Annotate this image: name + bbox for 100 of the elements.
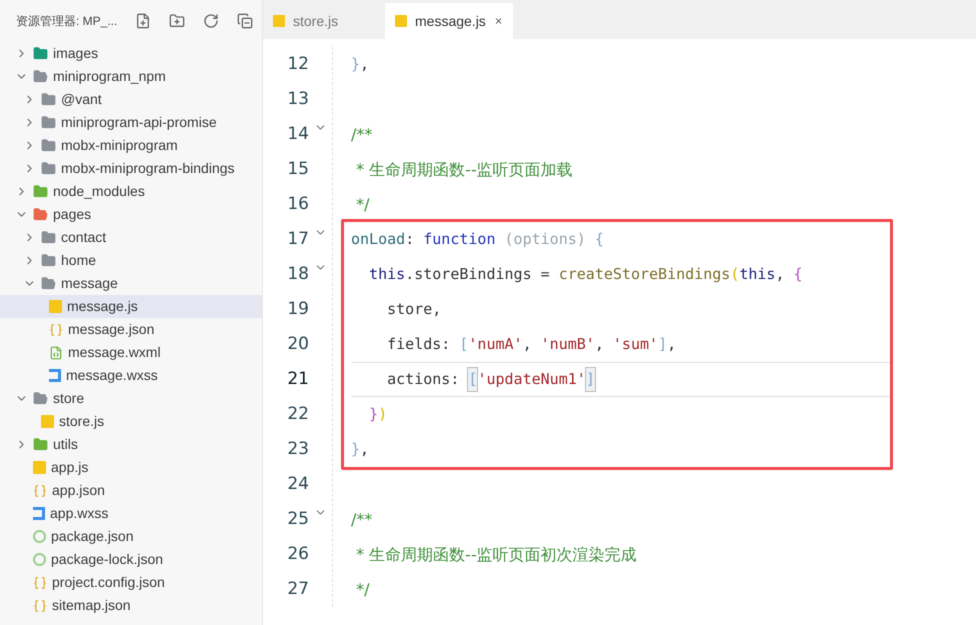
js-file-icon xyxy=(395,15,407,27)
line-number: 27 xyxy=(286,578,309,601)
line-number: 17 xyxy=(286,228,309,251)
tree-item[interactable]: project.config.json xyxy=(0,571,262,594)
line-number: 19 xyxy=(286,298,309,321)
item-label: app.wxss xyxy=(50,504,108,523)
item-label: package-lock.json xyxy=(51,550,164,569)
tree-item[interactable]: node_modules xyxy=(0,180,262,203)
item-label: images xyxy=(53,44,98,63)
item-label: utils xyxy=(53,435,78,454)
item-label: message xyxy=(61,274,118,293)
item-label: @vant xyxy=(61,90,102,109)
code-line: * 生命周期函数--监听页面初次渲染完成 xyxy=(355,544,638,566)
line-number: 22 xyxy=(286,402,309,426)
tree-item[interactable]: app.js xyxy=(0,456,262,479)
explorer-title: 资源管理器: MP_... xyxy=(16,13,118,30)
item-label: message.wxml xyxy=(68,343,161,362)
tree-item[interactable]: store xyxy=(0,387,262,410)
item-label: message.wxss xyxy=(66,366,158,385)
line-number: 26 xyxy=(286,542,309,566)
editor-tab[interactable]: message.js xyxy=(385,3,513,39)
line-number: 25 xyxy=(286,508,309,531)
new-folder-icon[interactable] xyxy=(169,13,186,29)
tree-item[interactable]: app.json xyxy=(0,479,262,502)
tab-label: store.js xyxy=(293,12,338,31)
code-line: */ xyxy=(355,194,370,216)
line-number: 15 xyxy=(286,158,309,181)
line-number: 21 xyxy=(286,368,309,391)
js-file-icon xyxy=(273,15,285,27)
refresh-icon[interactable] xyxy=(203,13,220,29)
tree-item[interactable]: contact xyxy=(0,226,262,249)
code-line: /** xyxy=(350,508,374,530)
line-number: 13 xyxy=(286,88,309,111)
line-number: 23 xyxy=(286,438,309,461)
css-file-icon xyxy=(49,369,61,382)
line-number: 16 xyxy=(286,192,309,216)
tree-item[interactable]: @vant xyxy=(0,88,262,111)
item-label: app.js xyxy=(51,458,88,477)
braces-icon xyxy=(33,576,47,590)
code-line: fields: ['numA', 'numB', 'sum'], xyxy=(386,334,678,356)
tree-item[interactable]: mobx-miniprogram-bindings xyxy=(0,157,262,180)
collapse-icon[interactable] xyxy=(237,13,254,29)
braces-icon xyxy=(49,322,63,336)
tree-item[interactable]: home xyxy=(0,249,262,272)
line-number: 18 xyxy=(286,262,309,286)
item-label: home xyxy=(61,251,96,270)
line-number: 14 xyxy=(286,122,309,146)
item-label: node_modules xyxy=(53,182,145,201)
tree-item[interactable]: images xyxy=(0,42,262,65)
item-label: pages xyxy=(53,205,92,224)
code-line: * 生命周期函数--监听页面加载 xyxy=(355,158,574,180)
new-file-icon[interactable] xyxy=(135,13,152,29)
tree-item[interactable]: utils xyxy=(0,433,262,456)
tree-item[interactable]: message xyxy=(0,272,262,295)
tree-item[interactable]: message.js xyxy=(0,295,262,318)
item-label: contact xyxy=(61,228,106,247)
tab-label: message.js xyxy=(415,12,486,31)
js-file-icon xyxy=(49,300,62,313)
tree-item[interactable]: miniprogram-api-promise xyxy=(0,111,262,134)
item-label: miniprogram-api-promise xyxy=(61,113,217,132)
item-label: store xyxy=(53,389,84,408)
code-line: store, xyxy=(386,299,442,320)
code-line: }, xyxy=(350,54,370,76)
tree-item[interactable]: sitemap.json xyxy=(0,594,262,617)
item-label: mobx-miniprogram xyxy=(61,136,178,155)
tree-item[interactable]: message.wxml xyxy=(0,341,262,364)
code-line: onLoad: function (options) { xyxy=(351,229,605,250)
tree-item[interactable]: pages xyxy=(0,203,262,226)
tree-item[interactable]: package-lock.json xyxy=(0,548,262,571)
tree-item[interactable]: store.js xyxy=(0,410,262,433)
js-file-icon xyxy=(33,461,46,474)
code-line: }) xyxy=(368,404,388,426)
tree-item[interactable]: miniprogram_npm xyxy=(0,65,262,88)
code-line: this.storeBindings = createStoreBindings(this, { xyxy=(368,264,804,286)
code-line: /** xyxy=(350,124,374,146)
braces-icon xyxy=(33,598,47,612)
tree-item[interactable]: app.wxss xyxy=(0,502,262,525)
item-label: app.json xyxy=(52,481,105,500)
item-label: message.json xyxy=(68,320,154,339)
item-label: project.config.json xyxy=(52,573,165,592)
code-file-icon xyxy=(49,346,63,360)
tree-item[interactable]: package.json xyxy=(0,525,262,548)
item-label: miniprogram_npm xyxy=(53,67,166,86)
item-label: package.json xyxy=(51,527,134,546)
item-label: sitemap.json xyxy=(52,596,131,615)
tree-item[interactable]: message.json xyxy=(0,318,262,341)
css-file-icon xyxy=(33,507,45,520)
item-label: store.js xyxy=(59,412,104,431)
braces-icon xyxy=(33,484,47,498)
code-line: }, xyxy=(351,439,370,460)
line-number: 12 xyxy=(286,52,309,76)
item-label: mobx-miniprogram-bindings xyxy=(61,159,235,178)
tree-item[interactable]: message.wxss xyxy=(0,364,262,387)
tree-item[interactable]: mobx-miniprogram xyxy=(0,134,262,157)
line-number: 20 xyxy=(286,332,309,356)
item-label: message.js xyxy=(67,297,138,316)
code-line: */ xyxy=(355,578,370,600)
js-file-icon xyxy=(41,415,54,428)
line-number: 24 xyxy=(286,472,309,496)
code-line: actions: ['updateNum1'] xyxy=(351,362,890,397)
